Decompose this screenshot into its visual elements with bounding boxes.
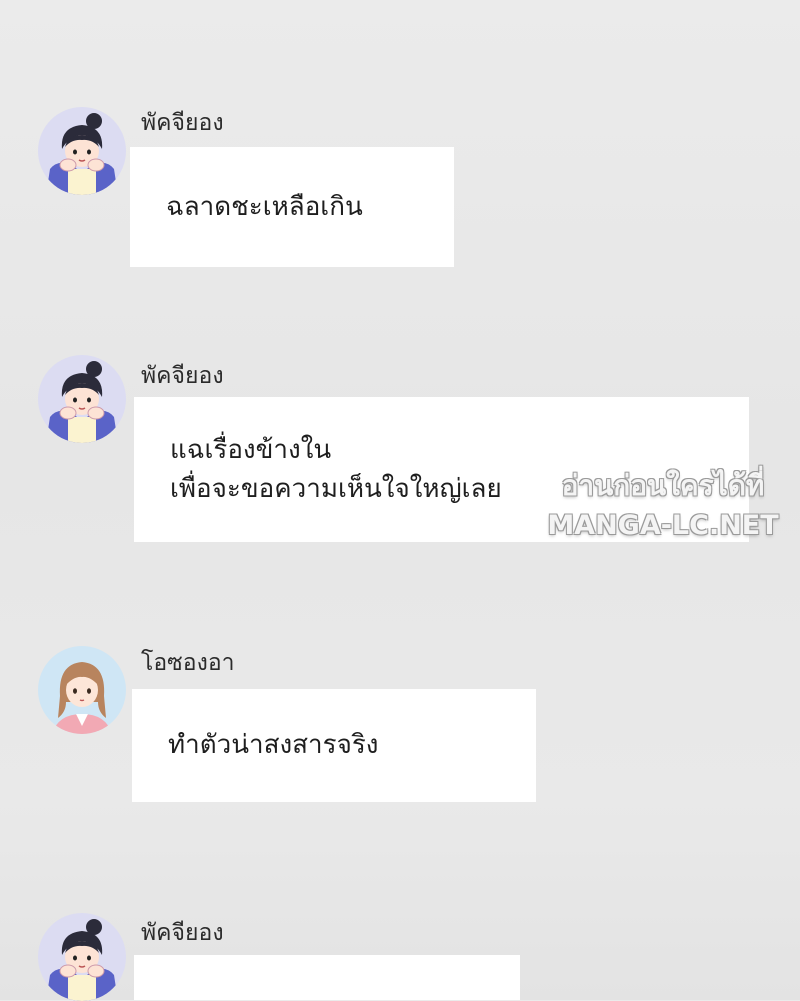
avatar-park-jiyoung-icon[interactable] bbox=[38, 355, 126, 443]
message-bubble bbox=[134, 955, 520, 1000]
message-text: ฉลาดชะเหลือเกิน bbox=[166, 191, 363, 222]
message-bubble: ฉลาดชะเหลือเกิน bbox=[130, 147, 454, 267]
sender-name: พัคจียอง bbox=[141, 363, 224, 389]
message-bubble: ทำตัวน่าสงสารจริง bbox=[132, 689, 536, 802]
sender-name: โอซองอา bbox=[141, 650, 235, 676]
sender-name: พัคจียอง bbox=[141, 920, 224, 946]
message-text: แฉเรื่องข้างใน bbox=[170, 434, 332, 465]
watermark-line-1: อ่านก่อนใครได้ที่ bbox=[561, 469, 765, 502]
sender-name: พัคจียอง bbox=[141, 110, 224, 136]
watermark: อ่านก่อนใครได้ที่ MANGA-LC.NET bbox=[538, 466, 788, 546]
message-text: ทำตัวน่าสงสารจริง bbox=[168, 730, 379, 760]
watermark-line-2: MANGA-LC.NET bbox=[547, 510, 779, 541]
avatar-park-jiyoung-icon[interactable] bbox=[38, 107, 126, 195]
avatar-park-jiyoung-icon[interactable] bbox=[38, 913, 126, 1001]
avatar-oh-seongah-icon[interactable] bbox=[38, 646, 126, 734]
